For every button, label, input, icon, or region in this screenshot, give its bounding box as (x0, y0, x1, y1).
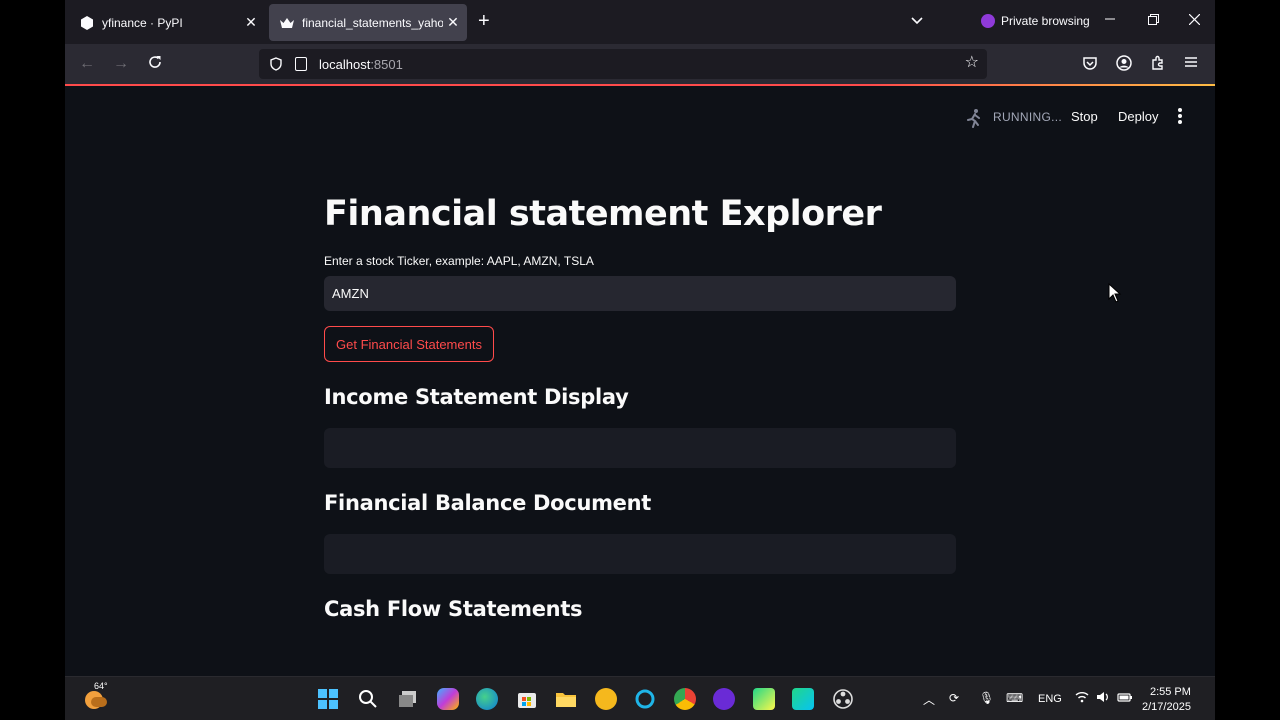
system-clock[interactable]: 2:55 PM 2/17/2025 (1142, 685, 1191, 715)
reload-icon[interactable] (145, 54, 165, 74)
language-indicator[interactable]: ENG (1038, 693, 1062, 705)
microphone-icon[interactable]: 🎙 (979, 691, 994, 705)
tracking-shield-icon[interactable] (269, 57, 283, 71)
tab-title: yfinance · PyPI (102, 15, 183, 30)
windows-taskbar: 64° ︿ ⟳ 🎙 ⌨ ENG 2:55 PM 2/17/2025 (65, 676, 1215, 720)
back-arrow-icon[interactable]: ← (77, 54, 97, 74)
edge-browser-icon[interactable] (476, 688, 498, 710)
close-tab-icon[interactable]: ✕ (443, 14, 463, 31)
search-icon[interactable] (357, 688, 379, 710)
stop-button[interactable]: Stop (1071, 109, 1098, 124)
get-financial-statements-button[interactable]: Get Financial Statements (324, 326, 494, 362)
tab-title: financial_statements_yahoofinar (302, 15, 443, 30)
sync-icon[interactable]: ⟳ (949, 691, 959, 705)
pocket-icon[interactable] (1082, 55, 1100, 73)
cash-flow-heading: Cash Flow Statements (324, 597, 583, 621)
running-man-icon (965, 108, 983, 128)
close-tab-icon[interactable]: ✕ (241, 14, 261, 31)
copilot-icon[interactable] (437, 688, 459, 710)
app-menu-hamburger-icon[interactable] (1184, 55, 1202, 73)
ticker-input[interactable]: AMZN (324, 276, 956, 311)
forward-arrow-icon[interactable]: → (111, 54, 131, 74)
income-statement-table (324, 428, 956, 468)
balance-sheet-table (324, 534, 956, 574)
obs-studio-icon[interactable] (832, 688, 854, 710)
extensions-puzzle-icon[interactable] (1150, 55, 1168, 73)
browser-nav-bar: ← → localhost:8501 ☆ (65, 44, 1215, 84)
microsoft-store-icon[interactable] (516, 688, 538, 710)
wifi-icon[interactable] (1075, 691, 1089, 706)
tray-chevron-icon[interactable]: ︿ (923, 691, 935, 708)
cortana-ring-icon[interactable] (634, 688, 656, 710)
weather-cloud-icon (91, 697, 107, 707)
account-icon[interactable] (1116, 55, 1134, 73)
new-tab-plus-icon[interactable]: + (478, 11, 490, 31)
main-menu-kebab-icon[interactable] (1177, 108, 1183, 126)
minimize-icon[interactable] (1105, 11, 1115, 27)
mouse-pointer-icon (1108, 283, 1122, 303)
pycharm-edu-icon[interactable] (792, 688, 814, 710)
private-browsing-label: Private browsing (1001, 14, 1090, 28)
page-title: Financial statement Explorer (324, 194, 882, 234)
streamlit-crown-icon (279, 15, 295, 31)
close-window-icon[interactable] (1188, 12, 1201, 28)
temperature: 64° (94, 681, 108, 691)
url-host: localhost (319, 56, 371, 72)
status-running: RUNNING... (993, 110, 1062, 124)
chrome-icon[interactable] (674, 688, 696, 710)
page-info-icon[interactable] (295, 57, 307, 71)
url-port: :8501 (370, 56, 403, 72)
norton-icon[interactable] (595, 688, 617, 710)
url-text[interactable]: localhost:8501 (319, 57, 403, 72)
browser-tab-bar: yfinance · PyPI ✕ financial_statements_y… (65, 0, 1215, 44)
file-explorer-icon[interactable] (555, 688, 577, 710)
tab-list-chevron-icon[interactable] (911, 12, 923, 30)
clock-date: 2/17/2025 (1142, 701, 1191, 713)
bookmark-star-icon[interactable]: ☆ (965, 55, 979, 71)
balance-sheet-heading: Financial Balance Document (324, 491, 652, 515)
private-browsing-indicator: Private browsing (981, 14, 1090, 28)
pypi-cube-icon (79, 15, 95, 31)
private-mask-icon (981, 14, 995, 28)
pycharm-icon[interactable] (753, 688, 775, 710)
streamlit-header: RUNNING... Stop Deploy (65, 86, 1215, 146)
clock-time: 2:55 PM (1149, 686, 1191, 698)
tab-yfinance[interactable]: yfinance · PyPI ✕ (69, 4, 265, 41)
firefox-private-icon[interactable] (713, 688, 735, 710)
battery-icon[interactable] (1117, 691, 1133, 706)
income-statement-heading: Income Statement Display (324, 385, 629, 409)
keyboard-icon[interactable]: ⌨ (1006, 691, 1023, 705)
volume-icon[interactable] (1096, 691, 1110, 706)
tab-financial-statements[interactable]: financial_statements_yahoofinar ✕ (269, 4, 467, 41)
url-bar[interactable]: localhost:8501 ☆ (259, 49, 987, 79)
start-windows-icon[interactable] (317, 688, 339, 710)
weather-widget[interactable]: 64° (83, 681, 109, 711)
deploy-button[interactable]: Deploy (1118, 109, 1158, 124)
ticker-input-label: Enter a stock Ticker, example: AAPL, AMZ… (324, 254, 594, 268)
task-view-icon[interactable] (397, 688, 419, 710)
restore-icon[interactable] (1148, 12, 1159, 28)
screen: yfinance · PyPI ✕ financial_statements_y… (65, 0, 1215, 720)
